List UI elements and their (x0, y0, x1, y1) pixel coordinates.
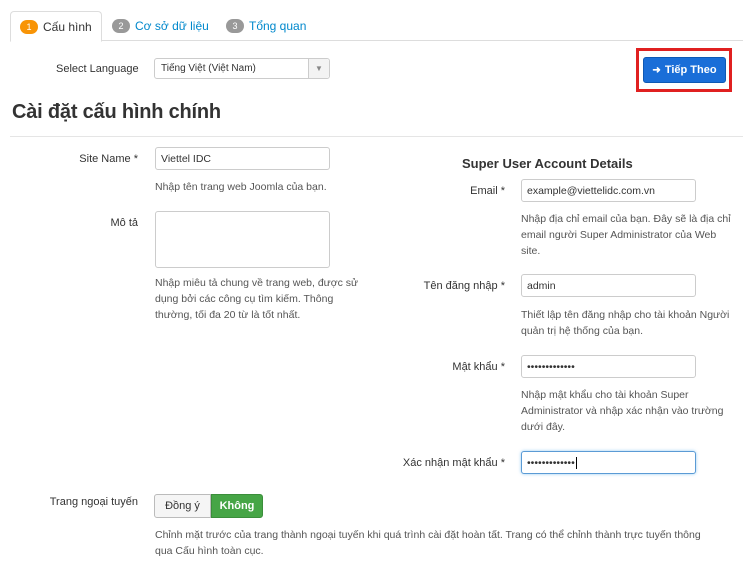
email-label: Email * (470, 185, 505, 197)
username-help: Thiết lập tên đăng nhập cho tài khoản Ng… (521, 309, 730, 337)
offline-help: Chỉnh mặt trước của trang thành ngoại tu… (155, 529, 701, 557)
step-badge: 2 (112, 19, 130, 33)
password-value: ••••••••••••• (527, 360, 575, 373)
tab-configuration[interactable]: 1 Cấu hình (10, 11, 102, 42)
step-badge: 3 (226, 19, 244, 33)
description-label: Mô tả (110, 217, 138, 229)
offline-toggle: Đồng ý Không (154, 494, 263, 518)
email-value: example@viettelidc.com.vn (527, 184, 655, 197)
tab-label: Cơ sở dữ liệu (135, 19, 209, 33)
site-name-label: Site Name * (79, 153, 138, 165)
next-button-label: Tiếp Theo (664, 64, 717, 76)
language-label: Select Language (56, 63, 139, 75)
username-label: Tên đăng nhập * (423, 280, 505, 292)
tab-database[interactable]: 2 Cơ sở dữ liệu (103, 11, 218, 41)
divider (10, 136, 743, 137)
offline-label: Trang ngoại tuyến (49, 496, 138, 508)
email-input[interactable]: example@viettelidc.com.vn (521, 179, 696, 202)
language-value: Tiếng Việt (Việt Nam) (161, 63, 256, 74)
confirm-password-value: ••••••••••••• (527, 456, 575, 469)
text-cursor (575, 456, 577, 469)
password-input[interactable]: ••••••••••••• (521, 355, 696, 378)
arrow-right-icon: ➜ (652, 64, 661, 76)
offline-no-button[interactable]: Không (211, 494, 263, 518)
email-help: Nhập địa chỉ email của bạn. Đây sẽ là đị… (521, 213, 731, 257)
username-input[interactable]: admin (521, 274, 696, 297)
password-help: Nhập mật khẩu cho tài khoản Super Admini… (521, 389, 724, 433)
super-user-title: Super User Account Details (462, 156, 633, 171)
step-tabs: 1 Cấu hình 2 Cơ sở dữ liệu 3 Tổng quan (10, 8, 743, 42)
language-select[interactable]: Tiếng Việt (Việt Nam) ▼ (154, 58, 330, 79)
next-button[interactable]: ➜ Tiếp Theo (643, 57, 726, 83)
site-name-help: Nhập tên trang web Joomla của bạn. (155, 181, 327, 193)
site-name-input[interactable]: Viettel IDC (155, 147, 330, 170)
site-name-value: Viettel IDC (161, 152, 211, 165)
description-textarea[interactable] (155, 211, 330, 268)
description-help: Nhập miêu tả chung về trang web, được sử… (155, 277, 359, 321)
confirm-password-input[interactable]: ••••••••••••• (521, 451, 696, 474)
tab-label: Cấu hình (43, 19, 92, 34)
step-badge: 1 (20, 19, 38, 34)
username-value: admin (527, 279, 556, 292)
page-title: Cài đặt cấu hình chính (12, 101, 221, 123)
offline-yes-button[interactable]: Đồng ý (154, 494, 211, 518)
tab-label: Tổng quan (249, 19, 307, 33)
tab-overview[interactable]: 3 Tổng quan (217, 11, 315, 41)
confirm-password-label: Xác nhận mật khẩu * (402, 457, 505, 469)
chevron-down-icon[interactable]: ▼ (308, 59, 329, 78)
password-label: Mật khẩu * (452, 361, 505, 373)
